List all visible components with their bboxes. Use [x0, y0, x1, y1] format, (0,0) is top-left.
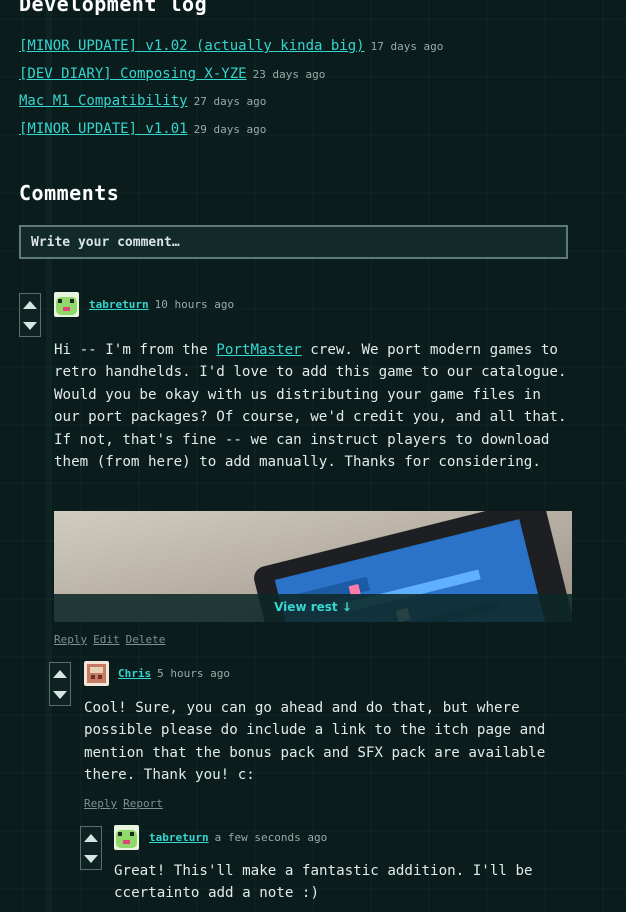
devlog-item: Mac M1 Compatibility 27 days ago — [19, 93, 443, 121]
reply-link[interactable]: Reply — [84, 797, 117, 810]
portmaster-link[interactable]: PortMaster — [216, 342, 301, 358]
comment-input[interactable]: Write your comment… — [19, 225, 568, 259]
upvote-arrow-icon[interactable] — [53, 669, 67, 678]
devlog-time: 29 days ago — [193, 122, 267, 136]
comment-time: 5 hours ago — [157, 667, 230, 680]
vote-widget — [49, 662, 71, 706]
comment-actions: Reply Edit Delete — [54, 633, 171, 646]
avatar-frog[interactable] — [54, 292, 79, 317]
downvote-arrow-icon[interactable] — [53, 690, 67, 699]
devlog-link[interactable]: [MINOR UPDATE] v1.01 — [19, 121, 188, 137]
avatar-chris[interactable] — [84, 661, 109, 686]
comment-author-line: tabreturn a few seconds ago — [149, 831, 327, 844]
devlog-link[interactable]: [MINOR UPDATE] v1.02 (actually kinda big… — [19, 38, 365, 54]
devlog-item: [MINOR UPDATE] v1.01 29 days ago — [19, 121, 443, 149]
comment-time: a few seconds ago — [214, 831, 328, 844]
comment-text: crew. We port modern games to retro hand… — [54, 342, 567, 471]
view-rest-button[interactable]: View rest ↓ — [54, 594, 572, 622]
devlog-link[interactable]: [DEV DIARY] Composing X-YZE — [19, 66, 247, 82]
downvote-arrow-icon[interactable] — [23, 321, 37, 330]
vote-widget — [19, 293, 41, 337]
delete-link[interactable]: Delete — [126, 633, 166, 646]
devlog-item: [DEV DIARY] Composing X-YZE 23 days ago — [19, 66, 443, 94]
comment-image[interactable]: View rest ↓ — [54, 511, 572, 622]
comment-author-line: Chris 5 hours ago — [118, 667, 230, 680]
comment-time: 10 hours ago — [154, 298, 235, 311]
comment-author[interactable]: Chris — [118, 667, 151, 680]
devlog-list: [MINOR UPDATE] v1.02 (actually kinda big… — [19, 38, 443, 148]
devlog-title: Development log — [19, 0, 208, 16]
comment-actions: Reply Report — [84, 797, 169, 810]
reply-link[interactable]: Reply — [54, 633, 87, 646]
comment-text: Hi -- I'm from the — [54, 342, 217, 358]
comment-body: Cool! Sure, you can go ahead and do that… — [84, 700, 546, 784]
devlog-time: 27 days ago — [193, 95, 267, 108]
upvote-arrow-icon[interactable] — [84, 833, 98, 842]
comment-author[interactable]: tabreturn — [89, 298, 149, 311]
devlog-item: [MINOR UPDATE] v1.02 (actually kinda big… — [19, 38, 443, 66]
upvote-arrow-icon[interactable] — [23, 300, 37, 309]
comment-body: Great! This'll make a fantastic addition… — [114, 863, 533, 902]
report-link[interactable]: Report — [123, 797, 163, 810]
avatar-frog[interactable] — [114, 825, 139, 850]
downvote-arrow-icon[interactable] — [84, 854, 98, 863]
devlog-time: 23 days ago — [252, 67, 326, 81]
devlog-time: 17 days ago — [370, 40, 444, 53]
comments-title: Comments — [19, 181, 120, 205]
devlog-link[interactable]: Mac M1 Compatibility — [19, 93, 188, 109]
comment-author-line: tabreturn 10 hours ago — [89, 298, 234, 311]
edit-link[interactable]: Edit — [93, 633, 120, 646]
vote-widget — [80, 826, 102, 870]
comment-author[interactable]: tabreturn — [149, 831, 209, 844]
comment-body: Hi -- I'm from the PortMaster crew. We p… — [54, 339, 574, 473]
